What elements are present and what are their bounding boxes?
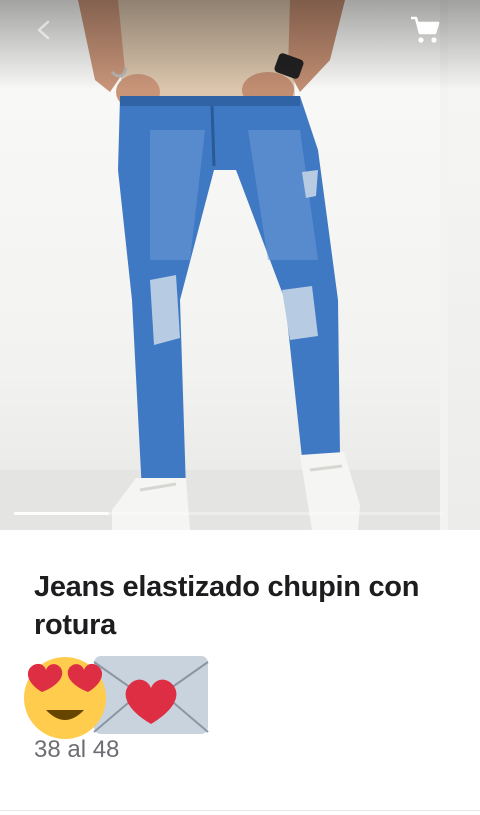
product-title: Jeans elastizado chupin con rotura xyxy=(34,571,420,641)
product-image-gallery[interactable] xyxy=(0,0,480,530)
jeans-model-photo xyxy=(0,0,440,530)
size-range: 38 al 48 xyxy=(34,736,120,763)
cart-icon xyxy=(411,16,440,43)
back-button[interactable] xyxy=(28,14,60,46)
gallery-progress-fill xyxy=(14,512,109,515)
emoji-reactions xyxy=(22,652,212,742)
love-letter-emoji xyxy=(93,656,209,734)
gallery-progress-bar xyxy=(14,512,444,515)
product-image[interactable] xyxy=(0,0,440,530)
divider xyxy=(0,810,480,811)
heart-eyes-emoji xyxy=(24,657,106,739)
back-arrow-icon xyxy=(37,20,50,40)
cart-button[interactable] xyxy=(406,12,444,48)
next-image-preview[interactable] xyxy=(448,0,480,530)
